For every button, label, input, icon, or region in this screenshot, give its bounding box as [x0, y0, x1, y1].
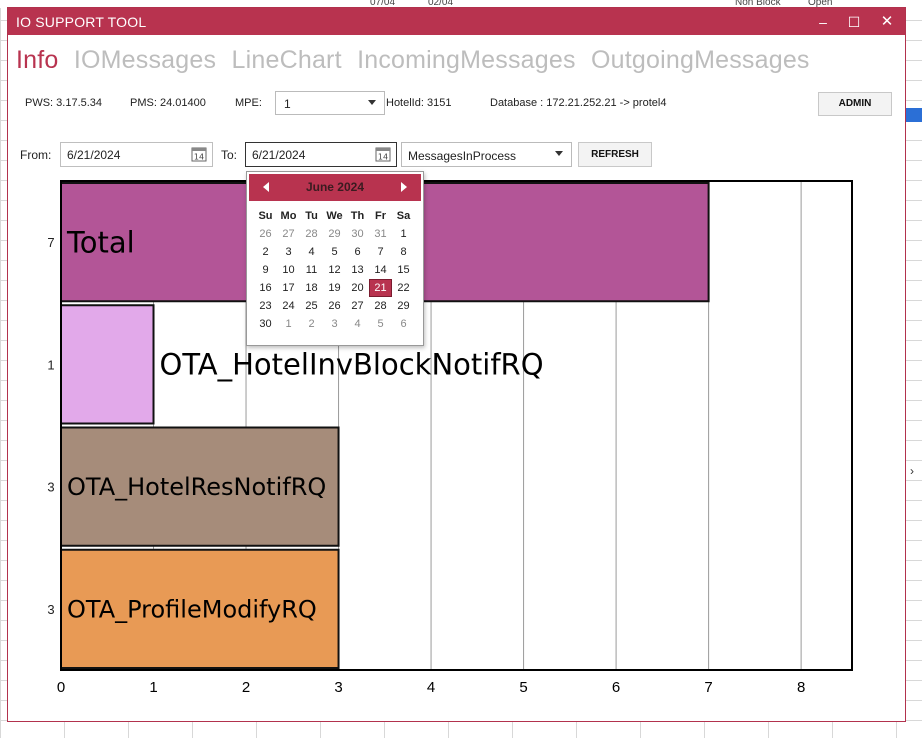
calendar-day[interactable]: 14: [369, 261, 392, 279]
calendar-day[interactable]: 1: [392, 225, 415, 243]
calendar-day[interactable]: 18: [300, 279, 323, 297]
calendar-day[interactable]: 11: [300, 261, 323, 279]
calendar-day[interactable]: 24: [277, 297, 300, 315]
x-tick-label: 3: [334, 679, 342, 696]
calendar-day[interactable]: 31: [369, 225, 392, 243]
calendar-day[interactable]: 15: [392, 261, 415, 279]
calendar-day[interactable]: 27: [346, 297, 369, 315]
calendar-day-selected[interactable]: 21: [369, 279, 392, 297]
calendar-weekday: Th: [350, 210, 365, 222]
bar-category-label: OTA_HotelInvBlockNotifRQ: [160, 348, 544, 382]
calendar-day[interactable]: 12: [323, 261, 346, 279]
calendar-day[interactable]: 16: [254, 279, 277, 297]
bar-category-label: OTA_ProfileModifyRQ: [67, 595, 317, 623]
calendar-day[interactable]: 23: [254, 297, 277, 315]
x-tick-label: 2: [242, 679, 250, 696]
date-picker-popup: June 2024 Su Mo Tu We Th Fr Sa 26 27 28 29 30 31 1 2 3 4…: [246, 171, 424, 346]
chevron-right-icon: ›: [910, 464, 914, 478]
calendar-day[interactable]: 6: [346, 243, 369, 261]
calendar-week-row: 16 17 18 19 20 21 22: [254, 279, 422, 297]
bar-category-label: OTA_HotelResNotifRQ: [67, 473, 326, 501]
calendar-day[interactable]: 9: [254, 261, 277, 279]
bar-value-label: 3: [47, 602, 54, 617]
calendar-day[interactable]: 30: [254, 315, 277, 333]
calendar-day[interactable]: 27: [277, 225, 300, 243]
calendar-grid: Su Mo Tu We Th Fr Sa 26 27 28 29 30 31 1 2 3 4 5 6 7 8 9 10 11 1…: [254, 207, 422, 333]
calendar-week-row: 23 24 25 26 27 28 29: [254, 297, 422, 315]
bar-value-label: 3: [47, 480, 54, 495]
calendar-weekday: Fr: [375, 210, 386, 222]
calendar-day[interactable]: 17: [277, 279, 300, 297]
bar-value-label: 1: [47, 357, 54, 372]
x-tick-label: 4: [427, 679, 435, 696]
calendar-day[interactable]: 19: [323, 279, 346, 297]
bar-value-label: 7: [47, 235, 54, 250]
calendar-weekday: Mo: [280, 210, 297, 222]
x-tick-label: 0: [57, 679, 65, 696]
calendar-day[interactable]: 29: [323, 225, 346, 243]
next-month-icon[interactable]: [401, 182, 407, 192]
calendar-week-row: 2345678: [254, 243, 422, 261]
x-tick-label: 1: [149, 679, 157, 696]
bar-category-label: Total: [66, 225, 135, 259]
calendar-day[interactable]: 25: [300, 297, 323, 315]
calendar-day[interactable]: 4: [300, 243, 323, 261]
calendar-day[interactable]: 26: [254, 225, 277, 243]
calendar-day[interactable]: 20: [346, 279, 369, 297]
app-window: IO SUPPORT TOOL – ☐ ✕ Info IOMessages Li…: [7, 7, 906, 722]
calendar-day[interactable]: 10: [277, 261, 300, 279]
x-tick-label: 7: [704, 679, 712, 696]
calendar-day[interactable]: 13: [346, 261, 369, 279]
calendar-week-row: 26 27 28 29 30 31 1: [254, 225, 422, 243]
calendar-week-row: 9 10 11 12 13 14 15: [254, 261, 422, 279]
x-tick-label: 5: [519, 679, 527, 696]
calendar-day[interactable]: 3: [277, 243, 300, 261]
calendar-day[interactable]: 7: [369, 243, 392, 261]
calendar-weekday-row: Su Mo Tu We Th Fr Sa: [254, 207, 422, 225]
calendar-day[interactable]: 2: [254, 243, 277, 261]
calendar-month-title[interactable]: June 2024: [249, 180, 421, 194]
calendar-day[interactable]: 26: [323, 297, 346, 315]
x-tick-label: 8: [797, 679, 805, 696]
background-accent-bar: [906, 108, 922, 122]
calendar-weekday: Su: [258, 210, 273, 222]
calendar-day[interactable]: 3: [323, 315, 346, 333]
calendar-header: June 2024: [249, 174, 421, 201]
calendar-day[interactable]: 2: [300, 315, 323, 333]
calendar-weekday: We: [326, 210, 343, 222]
calendar-day[interactable]: 8: [392, 243, 415, 261]
calendar-day[interactable]: 29: [392, 297, 415, 315]
calendar-day[interactable]: 22: [392, 279, 415, 297]
calendar-week-row: 30 1 2 3 4 5 6: [254, 315, 422, 333]
x-tick-label: 6: [612, 679, 620, 696]
calendar-weekday: Tu: [305, 210, 318, 222]
calendar-day[interactable]: 30: [346, 225, 369, 243]
calendar-day[interactable]: 1: [277, 315, 300, 333]
calendar-day[interactable]: 28: [300, 225, 323, 243]
calendar-day[interactable]: 5: [323, 243, 346, 261]
calendar-day[interactable]: 5: [369, 315, 392, 333]
calendar-day[interactable]: 6: [392, 315, 415, 333]
calendar-day[interactable]: 4: [346, 315, 369, 333]
calendar-weekday: Sa: [396, 210, 411, 222]
bar: [60, 304, 155, 425]
bar-chart: 7 Total 1 OTA_HotelInvBlockNotifRQ 3 OTA_Hote…: [47, 180, 853, 696]
calendar-day[interactable]: 28: [369, 297, 392, 315]
